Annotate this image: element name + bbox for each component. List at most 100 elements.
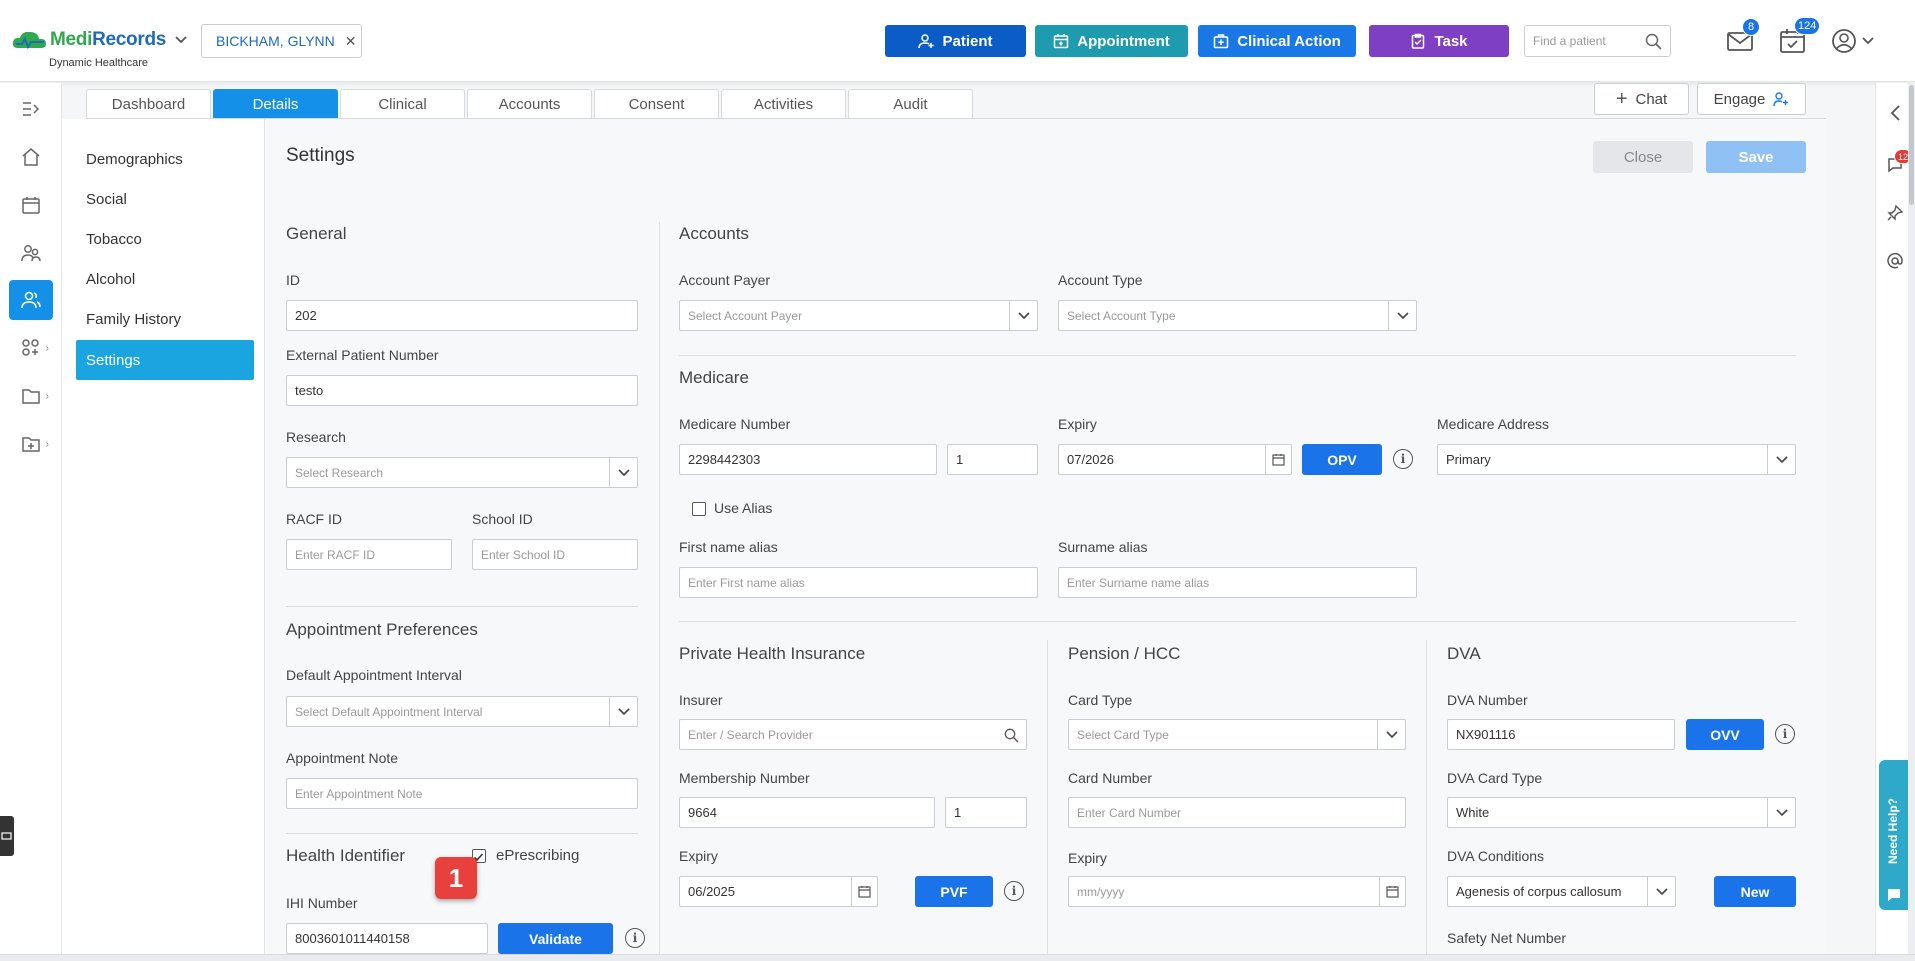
appointment-button[interactable]: Appointment [1035,25,1188,57]
chevron-down-icon[interactable] [174,35,188,45]
chevron-down-icon[interactable] [1009,301,1037,330]
details-subnav: Demographics Social Tobacco Alcohol Fami… [62,119,265,961]
account-payer-select[interactable]: Select Account Payer [679,300,1038,331]
pin-icon[interactable] [1886,204,1904,225]
tab-consent[interactable]: Consent [594,89,719,119]
research-select[interactable]: Select Research [286,457,638,488]
close-button[interactable]: Close [1593,141,1693,173]
need-help-tab[interactable]: Need Help? [1879,760,1909,910]
chevron-right-icon: › [45,390,49,402]
calendar-icon[interactable] [851,877,877,906]
info-icon[interactable]: i [625,928,645,948]
phi-expiry-field[interactable]: 06/2025 [679,876,878,907]
card-type-select[interactable]: Select Card Type [1068,719,1406,750]
use-alias-checkbox[interactable] [692,502,706,516]
dva-card-type-label: DVA Card Type [1447,770,1543,786]
external-patient-number-field[interactable]: testo [286,375,638,406]
tab-accounts[interactable]: Accounts [467,89,592,119]
medicare-expiry-field[interactable]: 07/2026 [1058,444,1292,475]
logo[interactable]: MediRecords [10,26,188,54]
folder-icon[interactable]: › [9,376,53,416]
save-button[interactable]: Save [1706,141,1806,173]
chevron-left-icon[interactable] [1886,103,1906,126]
expand-menu-icon[interactable] [9,89,53,129]
ovv-button[interactable]: OVV [1686,719,1764,750]
user-menu[interactable] [1830,27,1886,58]
subnav-item-settings[interactable]: Settings [76,340,254,380]
calendar-icon[interactable] [1379,877,1405,906]
membership-sequence-field[interactable]: 1 [945,797,1027,828]
calendar-icon[interactable] [1265,445,1291,474]
tab-activities[interactable]: Activities [721,89,846,119]
membership-number-field[interactable]: 9664 [679,797,935,828]
appointment-note-field[interactable]: Enter Appointment Note [286,778,638,809]
patient-button[interactable]: Patient [885,25,1026,57]
racf-id-field[interactable]: Enter RACF ID [286,539,452,570]
engage-button[interactable]: Engage [1697,83,1806,115]
mail-icon[interactable]: 8 [1725,18,1760,59]
medicare-address-value: Primary [1446,452,1491,467]
school-id-field[interactable]: Enter School ID [472,539,638,570]
subnav-item-alcohol[interactable]: Alcohol [76,260,254,298]
ihi-number-field[interactable]: 8003601011440158 [286,923,488,954]
chevron-down-icon[interactable] [1767,798,1795,827]
chevron-down-icon[interactable] [1647,877,1675,906]
tab-audit[interactable]: Audit [848,89,973,119]
dva-number-field[interactable]: NX901116 [1447,719,1675,750]
find-patient-input[interactable]: Find a patient [1524,25,1671,57]
chat-bubble-icon[interactable]: 12 [1886,149,1913,177]
pvf-button[interactable]: PVF [915,876,993,907]
medicare-number-field[interactable]: 2298442303 [679,444,937,475]
tab-dashboard[interactable]: Dashboard [86,89,211,119]
subnav-item-social[interactable]: Social [76,180,254,218]
chevron-down-icon[interactable] [609,697,637,726]
opv-button[interactable]: OPV [1302,444,1382,475]
account-type-select[interactable]: Select Account Type [1058,300,1417,331]
modules-icon[interactable]: › [9,328,53,368]
search-icon[interactable] [1004,728,1019,743]
folder-add-icon[interactable]: › [9,424,53,464]
info-icon[interactable]: i [1004,881,1024,901]
first-name-alias-field[interactable]: Enter First name alias [679,567,1038,598]
patient-chip[interactable]: BICKHAM, GLYNN ✕ [201,24,362,58]
patients-icon[interactable] [9,280,53,320]
tab-details[interactable]: Details [213,89,338,119]
horizontal-scrollbar[interactable] [0,954,1915,961]
subnav-item-tobacco[interactable]: Tobacco [76,220,254,258]
chevron-down-icon[interactable] [1377,720,1405,749]
new-condition-button[interactable]: New [1714,876,1796,907]
card-number-field[interactable]: Enter Card Number [1068,797,1406,828]
search-icon[interactable] [1645,33,1662,50]
close-icon[interactable]: ✕ [345,33,357,50]
vertical-scrollbar[interactable] [1908,83,1915,954]
insurer-search-field[interactable]: Enter / Search Provider [679,719,1027,750]
at-sign-icon[interactable] [1886,252,1904,273]
insurer-placeholder: Enter / Search Provider [688,727,813,742]
chevron-down-icon[interactable] [1767,445,1795,474]
validate-button[interactable]: Validate [498,923,613,954]
pension-expiry-field[interactable]: mm/yyyy [1068,876,1406,907]
info-icon[interactable]: i [1775,724,1795,744]
users-group-icon[interactable] [9,233,53,273]
task-button[interactable]: Task [1369,25,1509,57]
medicare-irn-field[interactable]: 1 [947,444,1038,475]
clinical-action-button[interactable]: Clinical Action [1198,25,1356,57]
calendar-check-icon[interactable]: 124 [1778,17,1821,59]
medicare-address-select[interactable]: Primary [1437,444,1796,475]
calendar-icon[interactable] [9,185,53,225]
chat-button[interactable]: + Chat [1594,83,1689,115]
subnav-item-family-history[interactable]: Family History [76,300,254,338]
chevron-down-icon[interactable] [1388,301,1416,330]
default-appointment-interval-select[interactable]: Select Default Appointment Interval [286,696,638,727]
home-icon[interactable] [9,137,53,177]
dva-conditions-select[interactable]: Agenesis of corpus callosum [1447,876,1676,907]
side-drawer-handle[interactable] [0,816,14,856]
dva-card-type-select[interactable]: White [1447,797,1796,828]
tab-clinical[interactable]: Clinical [340,89,465,119]
scrollbar-thumb[interactable] [1909,85,1914,205]
id-field[interactable]: 202 [286,300,638,331]
subnav-item-demographics[interactable]: Demographics [76,140,254,178]
surname-alias-field[interactable]: Enter Surname name alias [1058,567,1417,598]
chevron-down-icon[interactable] [609,458,637,487]
info-icon[interactable]: i [1393,449,1413,469]
